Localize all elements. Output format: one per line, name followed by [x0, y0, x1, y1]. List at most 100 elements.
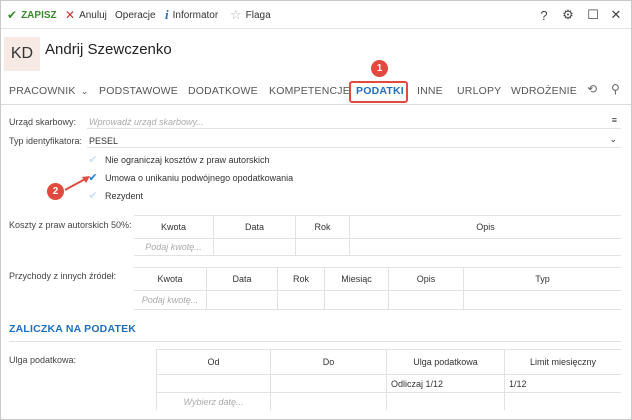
close-icon: ✕	[65, 8, 76, 22]
author-costs-grid: Kwota Data Rok Opis Podaj kwotę...	[134, 215, 621, 256]
id-type-label: Typ identyfikatora:	[9, 136, 83, 146]
save-label: ZAPISZ	[21, 9, 57, 21]
table-row[interactable]: Podaj kwotę...	[134, 290, 621, 310]
toolbar: ✔ ZAPISZ ✕ Anuluj Operacje i Informator …	[1, 1, 631, 29]
relief-from-cell[interactable]	[156, 375, 271, 392]
flag-button[interactable]: ☆ Flaga	[230, 1, 271, 29]
relief-header-limit[interactable]: Limit miesięczny	[505, 350, 621, 374]
tab-pracownik[interactable]: PRACOWNIK ⌄	[9, 85, 88, 101]
employee-window: ✔ ZAPISZ ✕ Anuluj Operacje i Informator …	[0, 0, 632, 420]
help-icon: ?	[540, 7, 548, 23]
other-income-description-cell[interactable]	[389, 291, 464, 309]
relief-from-new-cell[interactable]: Wybierz datę...	[156, 393, 271, 410]
relief-header-relief[interactable]: Ulga podatkowa	[387, 350, 505, 374]
table-row[interactable]: Wybierz datę...	[156, 392, 621, 410]
avatar-initials: KD	[10, 45, 34, 62]
other-income-header-year[interactable]: Rok	[278, 268, 325, 290]
author-costs-header-description[interactable]: Opis	[350, 216, 621, 238]
callout-1: 1	[371, 60, 388, 77]
tax-office-label: Urząd skarbowy:	[9, 117, 77, 127]
callout-2: 2	[47, 183, 64, 200]
check-icon: ✔	[7, 8, 18, 22]
chevron-down-icon: ⌄	[80, 86, 89, 96]
tax-office-placeholder: Wprowadź urząd skarbowy...	[89, 116, 204, 127]
id-type-select[interactable]: PESEL ⌄	[87, 134, 621, 148]
author-costs-header-amount[interactable]: Kwota	[134, 216, 214, 238]
tab-inne[interactable]: INNE	[417, 85, 443, 101]
checkbox-no-cost-limit[interactable]: ✔ Nie ograniczaj kosztów z praw autorski…	[87, 153, 270, 167]
author-costs-description-cell[interactable]	[350, 239, 621, 255]
flag-label: Flaga	[245, 9, 271, 21]
other-income-header-type[interactable]: Typ	[464, 268, 621, 290]
section-title-tax-advance: ZALICZKA NA PODATEK	[9, 323, 137, 335]
other-income-month-cell[interactable]	[325, 291, 389, 309]
amount-placeholder: Podaj kwotę...	[141, 295, 199, 305]
informator-label: Informator	[172, 9, 219, 21]
other-income-year-cell[interactable]	[278, 291, 325, 309]
informator-button[interactable]: i Informator	[165, 1, 218, 29]
settings-button[interactable]: ⚙	[557, 1, 579, 29]
history-icon[interactable]: ⟲	[587, 82, 597, 96]
close-window-button[interactable]: ✕	[605, 1, 627, 29]
other-income-header-amount[interactable]: Kwota	[134, 268, 207, 290]
help-button[interactable]: ?	[533, 1, 555, 29]
relief-value-cell[interactable]: Odliczaj 1/12	[387, 375, 505, 392]
checkbox-resident[interactable]: ✔ Rezydent	[87, 189, 143, 203]
maximize-button[interactable]: ☐	[582, 1, 604, 29]
author-costs-header-year[interactable]: Rok	[296, 216, 350, 238]
other-income-type-cell[interactable]	[464, 291, 621, 309]
author-costs-date-cell[interactable]	[214, 239, 296, 255]
list-icon[interactable]: ≡	[612, 115, 617, 125]
tax-relief-label: Ulga podatkowa:	[9, 355, 77, 365]
tab-wdrozenie[interactable]: WDROŻENIE	[511, 85, 577, 101]
save-button[interactable]: ✔ ZAPISZ	[7, 1, 57, 29]
relief-to-new-cell[interactable]	[271, 393, 387, 410]
relief-value-new-cell[interactable]	[387, 393, 505, 410]
author-costs-year-cell[interactable]	[296, 239, 350, 255]
other-income-header-month[interactable]: Miesiąc	[325, 268, 389, 290]
relief-header-from[interactable]: Od	[156, 350, 271, 374]
other-income-amount-cell[interactable]: Podaj kwotę...	[134, 291, 207, 309]
checkbox-resident-label: Rezydent	[105, 191, 144, 201]
maximize-icon: ☐	[587, 7, 599, 22]
author-costs-amount-cell[interactable]: Podaj kwotę...	[134, 239, 214, 255]
callout-arrow	[64, 176, 90, 191]
author-costs-label: Koszty z praw autorskich 50%:	[9, 220, 132, 230]
table-row[interactable]: Podaj kwotę...	[134, 238, 621, 256]
amount-placeholder: Podaj kwotę...	[145, 242, 202, 252]
info-icon: i	[165, 7, 169, 22]
other-income-grid: Kwota Data Rok Miesiąc Opis Typ Podaj kw…	[134, 267, 621, 310]
checkbox-icon: ✔	[88, 153, 98, 166]
author-costs-header-date[interactable]: Data	[214, 216, 296, 238]
tab-dodatkowe[interactable]: DODATKOWE	[188, 85, 258, 101]
id-type-value: PESEL	[89, 135, 119, 146]
tax-relief-grid: Od Do Ulga podatkowa Limit miesięczny Od…	[156, 349, 621, 410]
tab-podstawowe[interactable]: PODSTAWOWE	[99, 85, 178, 101]
paperclip-icon[interactable]: ⚲	[611, 82, 620, 96]
relief-header-to[interactable]: Do	[271, 350, 387, 374]
tab-highlight-box	[349, 81, 408, 103]
star-icon: ☆	[230, 7, 242, 22]
checkbox-double-taxation[interactable]: ✔ Umowa o unikaniu podwójnego opodatkowa…	[87, 171, 293, 185]
operations-label: Operacje	[115, 9, 156, 21]
table-row[interactable]: Odliczaj 1/12 1/12	[156, 374, 621, 392]
chevron-down-icon[interactable]: ⌄	[609, 134, 617, 145]
tab-urlopy[interactable]: URLOPY	[457, 85, 501, 101]
relief-limit-new-cell[interactable]	[505, 393, 621, 410]
section-divider	[9, 341, 621, 342]
relief-to-cell[interactable]	[271, 375, 387, 392]
other-income-header-description[interactable]: Opis	[389, 268, 464, 290]
tax-office-input[interactable]: Wprowadź urząd skarbowy... ≡	[87, 115, 621, 129]
tab-pracownik-label: PRACOWNIK	[9, 85, 76, 97]
tab-kompetencje[interactable]: KOMPETENCJE	[269, 85, 350, 101]
other-income-header-date[interactable]: Data	[207, 268, 278, 290]
close-window-icon: ✕	[610, 7, 622, 22]
other-income-date-cell[interactable]	[207, 291, 278, 309]
checkbox-double-taxation-label: Umowa o unikaniu podwójnego opodatkowani…	[105, 173, 294, 183]
cancel-button[interactable]: ✕ Anuluj	[65, 1, 107, 29]
checkbox-no-cost-limit-label: Nie ograniczaj kosztów z praw autorskich	[105, 155, 270, 165]
relief-limit-cell[interactable]: 1/12	[505, 375, 621, 392]
operations-button[interactable]: Operacje	[115, 1, 156, 29]
employee-name: Andrij Szewczenko	[45, 41, 172, 58]
avatar: KD	[4, 37, 40, 71]
